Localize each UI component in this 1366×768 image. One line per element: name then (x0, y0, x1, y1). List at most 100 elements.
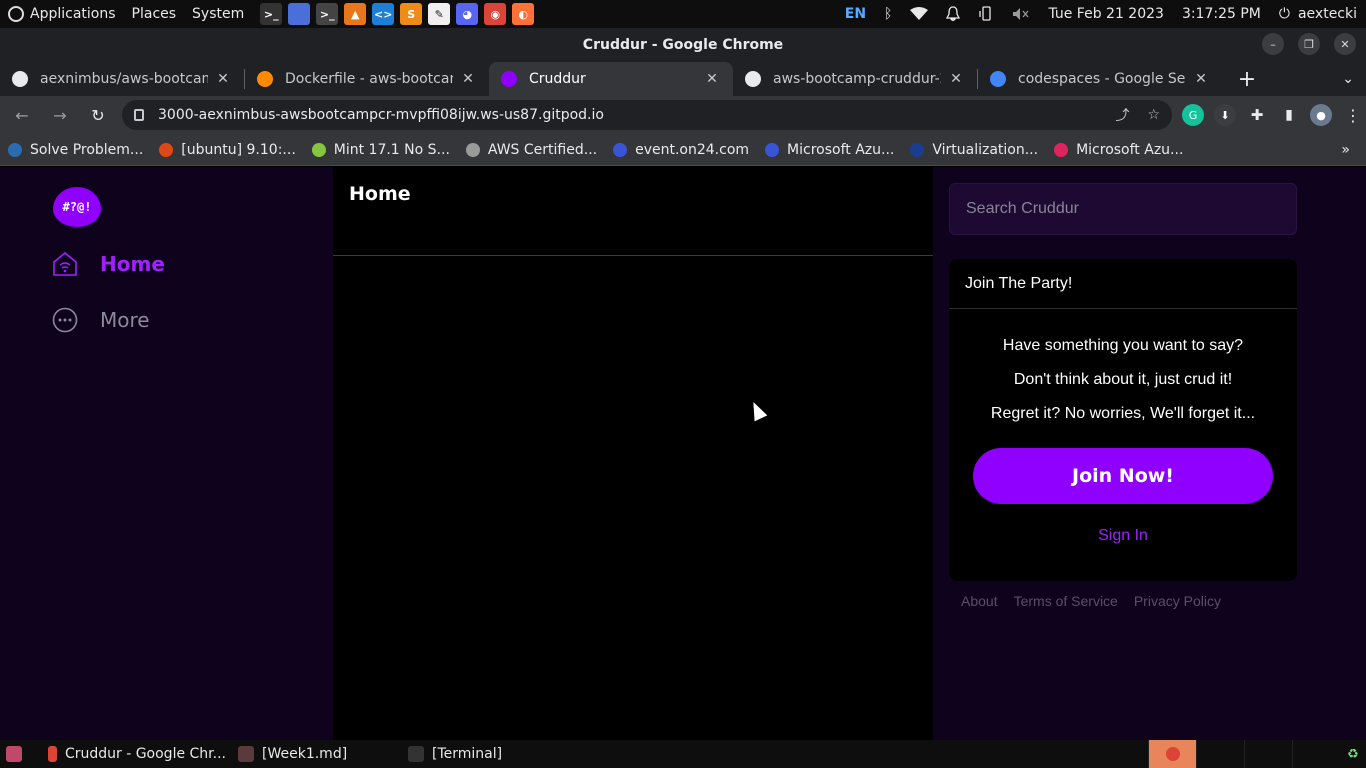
clock-label: 3:17:25 PM (1181, 6, 1261, 22)
workspace-4[interactable] (1292, 740, 1340, 768)
tab-2[interactable]: Cruddur ✕ (489, 62, 733, 96)
bluetooth-icon[interactable]: ᛒ (875, 0, 901, 28)
tab-0[interactable]: aexnimbus/aws-bootcamp ✕ (0, 62, 244, 96)
show-desktop-button[interactable] (0, 740, 42, 768)
tab-strip: aexnimbus/aws-bootcamp ✕ Dockerfile - aws-… (0, 62, 1366, 96)
close-icon[interactable]: ✕ (1334, 33, 1356, 55)
lock-icon[interactable] (134, 109, 144, 121)
forward-arrow-icon[interactable]: → (44, 99, 76, 131)
tab-label: Cruddur (529, 71, 586, 87)
bookmark-favicon-icon (465, 142, 480, 157)
workspace-2[interactable] (1196, 740, 1244, 768)
terminal-launcher[interactable]: >_ (260, 3, 283, 25)
keyboard-layout-indicator[interactable]: EN (836, 0, 875, 28)
places-menu[interactable]: Places (124, 0, 185, 28)
wifi-icon[interactable] (901, 0, 937, 28)
share-icon[interactable]: ⤴ (1115, 105, 1129, 125)
window-titlebar[interactable]: Cruddur - Google Chrome – ❐ ✕ (0, 28, 1366, 62)
footer-about-link[interactable]: About (961, 593, 998, 609)
volume-muted-icon[interactable] (1003, 0, 1039, 28)
nav-home-label: Home (100, 252, 165, 276)
taskbar-item[interactable]: Cruddur - Google Chr... (42, 740, 232, 768)
profile-avatar[interactable]: ● (1310, 104, 1332, 126)
discord-launcher[interactable]: ◕ (456, 3, 479, 25)
distro-logo-icon (8, 6, 24, 22)
join-now-button[interactable]: Join Now! (973, 448, 1273, 504)
date-display[interactable]: Tue Feb 21 2023 (1039, 0, 1173, 28)
feed-header: Home (333, 167, 933, 256)
nav-item-more[interactable]: More (52, 307, 150, 333)
vscode-launcher[interactable]: <> (372, 3, 395, 25)
tab-label: aws-bootcamp-cruddur-2023 (773, 71, 941, 87)
bookmark-favicon-icon (765, 142, 780, 157)
sublime-launcher[interactable]: S (400, 3, 423, 25)
back-arrow-icon[interactable]: ← (6, 99, 38, 131)
address-bar[interactable]: 3000-aexnimbus-awsbootcampcr-mvpffi08ijw… (122, 100, 1172, 130)
tab-label: aexnimbus/aws-bootcamp (40, 71, 208, 87)
taskbar-item[interactable]: [Week1.md] (232, 740, 402, 768)
cruddur-logo[interactable]: #?@! (53, 187, 101, 227)
bookmark-item[interactable]: Microsoft Azu... (757, 142, 902, 158)
notification-bell-icon[interactable] (937, 0, 969, 28)
text-editor-launcher[interactable]: ✎ (428, 3, 451, 25)
bookmark-label: Solve Problem... (30, 141, 144, 158)
trash-icon[interactable]: ♻ (1340, 740, 1366, 768)
tab-close-icon[interactable]: ✕ (947, 71, 965, 87)
clock-display[interactable]: 3:17:25 PM (1173, 0, 1270, 28)
reload-icon[interactable]: ↻ (82, 99, 114, 131)
tab-close-icon[interactable]: ✕ (703, 71, 721, 87)
tab-1[interactable]: Dockerfile - aws-bootcamp ✕ (245, 62, 489, 96)
firefox-launcher[interactable]: ◐ (512, 3, 535, 25)
bookmark-item[interactable]: AWS Certified... (458, 142, 605, 158)
bookmark-label: AWS Certified... (487, 141, 598, 158)
footer-terms-link[interactable]: Terms of Service (1014, 593, 1118, 609)
browser-toolbar: ← → ↻ 3000-aexnimbus-awsbootcampcr-mvpff… (0, 96, 1366, 134)
nav-item-home[interactable]: Home (52, 251, 165, 277)
bookmark-item[interactable]: Mint 17.1 No S... (304, 142, 458, 158)
tab-search-chevron-icon[interactable]: ⌄ (1342, 71, 1354, 87)
screenshot-launcher[interactable] (288, 3, 311, 25)
browser-menu-icon[interactable]: ⋮ (1342, 104, 1364, 126)
tab-3[interactable]: aws-bootcamp-cruddur-2023 ✕ (733, 62, 977, 96)
tab-close-icon[interactable]: ✕ (459, 71, 477, 87)
bookmark-item[interactable]: Microsoft Azu... (1046, 142, 1191, 158)
tab-favicon-icon (12, 71, 28, 87)
download-extension-icon[interactable]: ⬇ (1214, 104, 1236, 126)
bookmark-item[interactable]: event.on24.com (605, 142, 757, 158)
applications-menu[interactable]: Applications (0, 0, 124, 28)
maximize-icon[interactable]: ❐ (1298, 33, 1320, 55)
user-menu[interactable]: ⏻ aextecki (1270, 0, 1366, 28)
bookmark-item[interactable]: Virtualization... (902, 142, 1046, 158)
system-menu[interactable]: System (184, 0, 252, 28)
terminal2-launcher[interactable]: >_ (316, 3, 339, 25)
sign-in-link[interactable]: Sign In (949, 527, 1297, 545)
tab-favicon-icon (990, 71, 1006, 87)
footer-privacy-link[interactable]: Privacy Policy (1134, 593, 1221, 609)
search-input[interactable] (949, 183, 1297, 235)
workspace-1[interactable] (1148, 740, 1196, 768)
taskbar-item[interactable]: [Terminal] (402, 740, 562, 768)
grammarly-extension-icon[interactable]: G (1182, 104, 1204, 126)
logo-text: #?@! (62, 200, 92, 214)
workspace-3[interactable] (1244, 740, 1292, 768)
bookmark-item[interactable]: [ubuntu] 9.10:... (151, 142, 303, 158)
bookmark-item[interactable]: Solve Problem... (0, 142, 151, 158)
url-text: 3000-aexnimbus-awsbootcampcr-mvpffi08ijw… (158, 107, 604, 123)
system-tray: EN ᛒ Tue Feb 21 2023 3:17:25 PM ⏻ aextec… (836, 0, 1366, 28)
new-tab-icon[interactable]: + (1232, 64, 1262, 94)
bookmark-label: Microsoft Azu... (787, 141, 895, 158)
bookmarks-overflow-icon[interactable]: » (1341, 142, 1350, 158)
vlc-launcher[interactable]: ▲ (344, 3, 367, 25)
chrome-launcher[interactable]: ◉ (484, 3, 507, 25)
system-menu-label: System (192, 6, 245, 22)
minimize-icon[interactable]: – (1262, 33, 1284, 55)
join-card-line: Have something you want to say? (1002, 337, 1244, 354)
tab-close-icon[interactable]: ✕ (214, 71, 232, 87)
rotate-screen-icon[interactable] (969, 0, 1003, 28)
side-panel-icon[interactable]: ▮ (1278, 104, 1300, 126)
tab-close-icon[interactable]: ✕ (1192, 71, 1210, 87)
extensions-puzzle-icon[interactable]: ✚ (1246, 104, 1268, 126)
tab-4[interactable]: codespaces - Google Search ✕ (978, 62, 1222, 96)
tab-favicon-icon (501, 71, 517, 87)
bookmark-star-icon[interactable]: ☆ (1147, 107, 1160, 123)
